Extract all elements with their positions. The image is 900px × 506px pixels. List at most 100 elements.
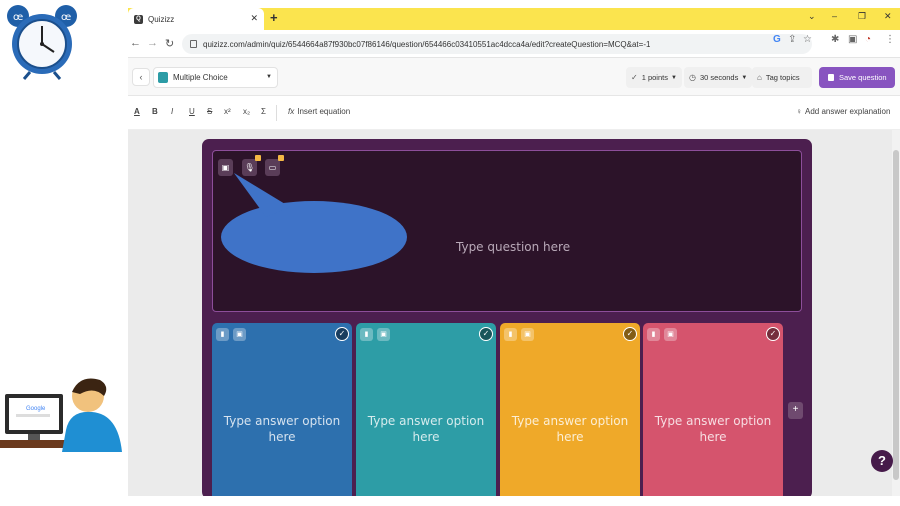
caret-down-icon: ▼ bbox=[266, 74, 272, 80]
lock-icon bbox=[190, 40, 197, 48]
tab-strip: Q Quizizz ✕ + ⌄ – ❐ ✕ bbox=[128, 8, 900, 30]
premium-badge bbox=[278, 155, 284, 161]
svg-text:Google: Google bbox=[26, 406, 46, 412]
question-placeholder: Type question here bbox=[456, 240, 571, 254]
tab-close-icon[interactable]: ✕ bbox=[250, 13, 258, 24]
browser-menu-icon[interactable]: ⋮ bbox=[885, 34, 895, 45]
delete-icon[interactable]: ▮ bbox=[360, 328, 373, 341]
correct-answer-check-icon[interactable]: ✓ bbox=[335, 327, 349, 341]
underline-button[interactable]: U bbox=[189, 107, 195, 116]
correct-answer-check-icon[interactable]: ✓ bbox=[623, 327, 637, 341]
speech-bubble-callout bbox=[221, 173, 407, 273]
url-field[interactable]: quizizz.com/admin/quiz/6544664a87f930bc0… bbox=[182, 34, 812, 54]
tag-icon: ⌂ bbox=[757, 73, 762, 82]
delete-icon[interactable]: ▮ bbox=[216, 328, 229, 341]
kid-at-computer-graphic: Google bbox=[0, 378, 122, 452]
image-icon[interactable]: ▣ bbox=[521, 328, 534, 341]
points-label: 1 points bbox=[641, 73, 668, 82]
save-icon bbox=[828, 74, 834, 81]
clock-icon: ◷ bbox=[689, 73, 696, 82]
help-button[interactable]: ? bbox=[871, 450, 893, 472]
url-text: quizizz.com/admin/quiz/6544664a87f930bc0… bbox=[203, 39, 651, 49]
question-editor-card: ▣ 🎙 ▭ Type question here ▮ ▣ ✓ Type answ… bbox=[202, 139, 812, 496]
video-icon: ▭ bbox=[268, 163, 277, 172]
superscript-button[interactable]: x² bbox=[224, 107, 231, 116]
address-bar-row: ← → ↻ quizizz.com/admin/quiz/6544664a87f… bbox=[128, 30, 900, 58]
add-image-button[interactable]: ▣ bbox=[218, 159, 233, 176]
answer-option-4[interactable]: ▮ ▣ ✓ Type answer option here bbox=[643, 323, 783, 496]
question-type-dropdown[interactable]: Multiple Choice ▼ bbox=[153, 67, 278, 88]
maximize-icon[interactable]: ❐ bbox=[858, 11, 866, 22]
reload-icon[interactable]: ↻ bbox=[165, 37, 174, 50]
formatting-bar: A B I U S x² x₂ Σ fx Insert equation ♀ Add… bbox=[128, 96, 900, 130]
toolbar-divider bbox=[276, 105, 277, 121]
multiple-choice-icon bbox=[158, 72, 168, 83]
tag-topics-label: Tag topics bbox=[765, 73, 800, 82]
delete-icon[interactable]: ▮ bbox=[504, 328, 517, 341]
tab-search-icon[interactable]: ⌄ bbox=[808, 11, 816, 22]
answer-placeholder: Type answer option here bbox=[367, 414, 485, 444]
svg-text:œ: œ bbox=[13, 12, 23, 23]
symbols-button[interactable]: Σ bbox=[261, 107, 266, 116]
image-icon[interactable]: ▣ bbox=[664, 328, 677, 341]
add-explanation-label: Add answer explanation bbox=[805, 107, 891, 116]
text-color-button[interactable]: A bbox=[134, 107, 140, 116]
save-question-button[interactable]: Save question bbox=[819, 67, 895, 88]
italic-button[interactable]: I bbox=[171, 107, 173, 116]
points-dropdown[interactable]: ✓ 1 points ▼ bbox=[626, 67, 682, 88]
browser-window: Q Quizizz ✕ + ⌄ – ❐ ✕ ← → ↻ quizizz.com/… bbox=[128, 8, 900, 496]
profile-avatar-icon[interactable]: ◔ bbox=[865, 34, 871, 45]
share-icon[interactable]: ⇪ bbox=[788, 34, 796, 45]
image-icon[interactable]: ▣ bbox=[377, 328, 390, 341]
extensions-icon[interactable]: ✱ bbox=[831, 34, 839, 45]
time-dropdown[interactable]: ◷ 30 seconds ▼ bbox=[684, 67, 753, 88]
scrollbar-thumb[interactable] bbox=[893, 150, 899, 480]
correct-answer-check-icon[interactable]: ✓ bbox=[766, 327, 780, 341]
mic-icon: 🎙 bbox=[244, 163, 255, 172]
answer-option-3[interactable]: ▮ ▣ ✓ Type answer option here bbox=[500, 323, 640, 496]
bold-button[interactable]: B bbox=[152, 107, 158, 116]
answer-placeholder: Type answer option here bbox=[654, 414, 772, 444]
subscript-button[interactable]: x₂ bbox=[243, 107, 250, 116]
add-audio-button[interactable]: 🎙 bbox=[242, 155, 261, 176]
tag-topics-button[interactable]: ⌂ Tag topics bbox=[752, 67, 812, 88]
svg-text:œ: œ bbox=[61, 12, 71, 23]
answer-option-1[interactable]: ▮ ▣ ✓ Type answer option here bbox=[212, 323, 352, 496]
delete-icon[interactable]: ▮ bbox=[647, 328, 660, 341]
side-panel-icon[interactable]: ▣ bbox=[848, 34, 857, 45]
add-answer-button[interactable]: + bbox=[788, 402, 803, 419]
add-video-button[interactable]: ▭ bbox=[265, 155, 284, 176]
insert-equation-label: Insert equation bbox=[297, 107, 351, 116]
forward-arrow-icon[interactable]: → bbox=[147, 37, 158, 49]
save-question-label: Save question bbox=[839, 73, 887, 82]
caret-down-icon: ▼ bbox=[741, 74, 748, 81]
vertical-scrollbar[interactable] bbox=[892, 130, 900, 496]
quizizz-favicon-icon: Q bbox=[134, 14, 143, 24]
answer-placeholder: Type answer option here bbox=[223, 414, 341, 444]
answer-placeholder: Type answer option here bbox=[511, 414, 629, 444]
strikethrough-button[interactable]: S bbox=[207, 107, 212, 116]
correct-answer-check-icon[interactable]: ✓ bbox=[479, 327, 493, 341]
lightbulb-icon: ♀ bbox=[796, 107, 802, 116]
add-explanation-button[interactable]: ♀ Add answer explanation bbox=[796, 107, 890, 116]
back-button[interactable]: ‹ bbox=[132, 68, 150, 86]
caret-down-icon: ▼ bbox=[670, 74, 677, 81]
question-input-area[interactable]: ▣ 🎙 ▭ Type question here bbox=[212, 150, 802, 312]
question-type-label: Multiple Choice bbox=[173, 73, 228, 82]
browser-tab[interactable]: Q Quizizz ✕ bbox=[128, 8, 264, 30]
image-icon[interactable]: ▣ bbox=[233, 328, 246, 341]
screen: œ œ Google Q Quizizz ✕ + ⌄ – ❐ ✕ ← → ↻ q… bbox=[0, 0, 900, 506]
google-translate-icon[interactable]: G bbox=[773, 34, 781, 45]
back-arrow-icon[interactable]: ← bbox=[130, 37, 141, 49]
insert-equation-button[interactable]: fx Insert equation bbox=[288, 107, 350, 116]
new-tab-button[interactable]: + bbox=[270, 10, 278, 25]
bookmark-star-icon[interactable]: ☆ bbox=[803, 34, 812, 45]
tab-title: Quizizz bbox=[148, 14, 175, 24]
editor-canvas: ▣ 🎙 ▭ Type question here ▮ ▣ ✓ Type answ… bbox=[128, 130, 900, 496]
premium-badge bbox=[255, 155, 261, 161]
minimize-icon[interactable]: – bbox=[832, 11, 837, 21]
answer-option-2[interactable]: ▮ ▣ ✓ Type answer option here bbox=[356, 323, 496, 496]
check-icon: ✓ bbox=[631, 73, 638, 82]
alarm-clock-graphic: œ œ bbox=[7, 5, 77, 80]
close-window-icon[interactable]: ✕ bbox=[884, 11, 892, 22]
